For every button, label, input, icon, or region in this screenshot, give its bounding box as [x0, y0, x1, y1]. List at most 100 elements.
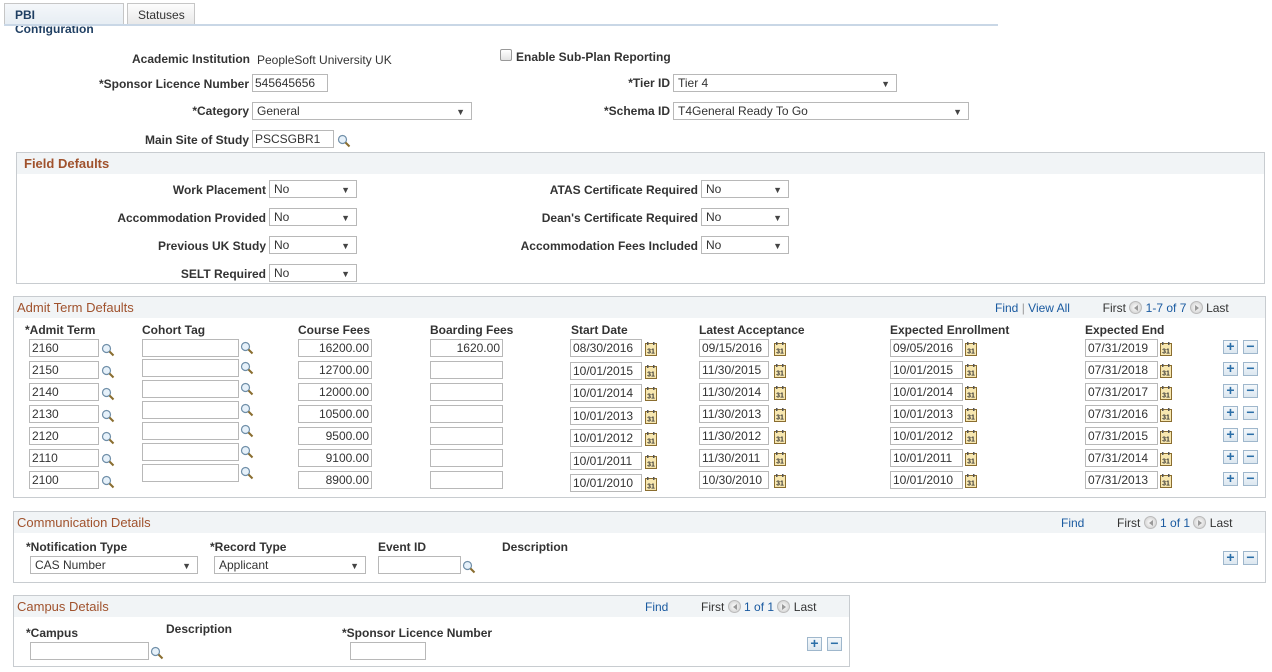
- expected-enrollment-input[interactable]: 10/01/2011: [890, 449, 963, 467]
- start-date-input[interactable]: 10/01/2013: [570, 406, 642, 425]
- calendar-icon[interactable]: 31: [1160, 342, 1172, 356]
- calendar-icon[interactable]: 31: [965, 430, 977, 444]
- calendar-icon[interactable]: 31: [965, 364, 977, 378]
- cohort-tag-input[interactable]: [142, 401, 239, 419]
- next-icon[interactable]: [777, 600, 791, 613]
- campus-sponsor-licence-input[interactable]: [350, 642, 426, 660]
- add-row-button[interactable]: +: [1223, 427, 1238, 442]
- calendar-icon[interactable]: 31: [1160, 408, 1172, 422]
- schema-id-select[interactable]: T4General Ready To Go ▼: [673, 102, 969, 120]
- cohort-tag-input[interactable]: [142, 380, 239, 398]
- delete-row-button[interactable]: −: [1243, 405, 1258, 420]
- expected-enrollment-input[interactable]: 10/01/2013: [890, 405, 963, 423]
- lookup-icon[interactable]: [240, 361, 254, 375]
- start-date-input[interactable]: 10/01/2014: [570, 384, 642, 402]
- lookup-icon[interactable]: [101, 365, 115, 379]
- add-row-button[interactable]: +: [1223, 550, 1238, 565]
- cohort-tag-input[interactable]: [142, 422, 239, 440]
- lookup-icon[interactable]: [240, 382, 254, 396]
- find-link[interactable]: Find: [995, 301, 1018, 315]
- lookup-icon[interactable]: [101, 431, 115, 445]
- expected-end-input[interactable]: 07/31/2019: [1085, 339, 1158, 357]
- expected-enrollment-input[interactable]: 09/05/2016: [890, 339, 963, 357]
- boarding-fees-input[interactable]: [430, 449, 503, 467]
- field-default-select[interactable]: No ▼: [701, 208, 789, 226]
- calendar-icon[interactable]: 31: [965, 386, 977, 400]
- field-default-select[interactable]: No ▼: [269, 180, 357, 198]
- admit-term-input[interactable]: 2140: [29, 383, 99, 401]
- boarding-fees-input[interactable]: [430, 471, 503, 489]
- latest-acceptance-input[interactable]: 11/30/2012: [699, 427, 769, 445]
- latest-acceptance-input[interactable]: 09/15/2016: [699, 339, 769, 357]
- expected-enrollment-input[interactable]: 10/01/2012: [890, 427, 963, 445]
- calendar-icon[interactable]: 31: [965, 342, 977, 356]
- tab-pbi-configuration[interactable]: PBI Configuration: [4, 3, 124, 36]
- delete-row-button[interactable]: −: [1243, 427, 1258, 442]
- calendar-icon[interactable]: 31: [645, 454, 657, 469]
- main-site-input[interactable]: PSCSGBR1: [252, 130, 334, 148]
- field-default-select[interactable]: No ▼: [269, 208, 357, 226]
- campus-input[interactable]: [30, 642, 149, 660]
- add-row-button[interactable]: +: [807, 636, 822, 651]
- admit-term-input[interactable]: 2120: [29, 427, 99, 445]
- lookup-icon[interactable]: [101, 343, 115, 357]
- add-row-button[interactable]: +: [1223, 339, 1238, 354]
- expected-enrollment-input[interactable]: 10/01/2015: [890, 361, 963, 379]
- field-default-select[interactable]: No ▼: [701, 180, 789, 198]
- lookup-icon[interactable]: [101, 453, 115, 467]
- delete-row-button[interactable]: −: [1243, 339, 1258, 354]
- delete-row-button[interactable]: −: [1243, 449, 1258, 464]
- start-date-input[interactable]: 10/01/2010: [570, 474, 642, 492]
- add-row-button[interactable]: +: [1223, 471, 1238, 486]
- expected-end-input[interactable]: 07/31/2015: [1085, 427, 1158, 445]
- admit-term-input[interactable]: 2160: [29, 339, 99, 357]
- field-default-select[interactable]: No ▼: [701, 236, 789, 254]
- course-fees-input[interactable]: 16200.00: [298, 339, 372, 357]
- lookup-icon[interactable]: [337, 134, 351, 148]
- latest-acceptance-input[interactable]: 11/30/2013: [699, 405, 769, 423]
- calendar-icon[interactable]: 31: [774, 364, 786, 378]
- calendar-icon[interactable]: 31: [1160, 364, 1172, 378]
- boarding-fees-input[interactable]: [430, 427, 503, 445]
- delete-row-button[interactable]: −: [1243, 550, 1258, 565]
- calendar-icon[interactable]: 31: [774, 408, 786, 422]
- lookup-icon[interactable]: [101, 409, 115, 423]
- lookup-icon[interactable]: [240, 424, 254, 438]
- admit-term-input[interactable]: 2100: [29, 471, 99, 489]
- lookup-icon[interactable]: [240, 445, 254, 459]
- expected-enrollment-input[interactable]: 10/01/2014: [890, 383, 963, 401]
- lookup-icon[interactable]: [150, 646, 164, 660]
- course-fees-input[interactable]: 10500.00: [298, 405, 372, 423]
- calendar-icon[interactable]: 31: [645, 409, 657, 424]
- calendar-icon[interactable]: 31: [965, 408, 977, 422]
- lookup-icon[interactable]: [462, 560, 476, 574]
- delete-row-button[interactable]: −: [1243, 383, 1258, 398]
- calendar-icon[interactable]: 31: [774, 474, 786, 488]
- expected-end-input[interactable]: 07/31/2013: [1085, 471, 1158, 489]
- sponsor-licence-input[interactable]: 545645656: [252, 74, 328, 92]
- event-id-input[interactable]: [378, 556, 461, 574]
- latest-acceptance-input[interactable]: 11/30/2011: [699, 449, 769, 467]
- next-icon[interactable]: [1189, 301, 1203, 314]
- expected-end-input[interactable]: 07/31/2014: [1085, 449, 1158, 467]
- field-default-select[interactable]: No ▼: [269, 236, 357, 254]
- calendar-icon[interactable]: 31: [645, 342, 657, 356]
- calendar-icon[interactable]: 31: [645, 387, 657, 401]
- calendar-icon[interactable]: 31: [1160, 474, 1172, 488]
- calendar-icon[interactable]: 31: [1160, 430, 1172, 444]
- start-date-input[interactable]: 08/30/2016: [570, 339, 642, 357]
- enable-subplan-checkbox[interactable]: [500, 49, 512, 61]
- add-row-button[interactable]: +: [1223, 449, 1238, 464]
- admit-term-input[interactable]: 2110: [29, 449, 99, 467]
- expected-end-input[interactable]: 07/31/2016: [1085, 405, 1158, 423]
- find-link[interactable]: Find: [1061, 516, 1084, 530]
- expected-end-input[interactable]: 07/31/2017: [1085, 383, 1158, 401]
- course-fees-input[interactable]: 9500.00: [298, 427, 372, 445]
- course-fees-input[interactable]: 12000.00: [298, 383, 372, 401]
- find-link[interactable]: Find: [645, 600, 668, 614]
- calendar-icon[interactable]: 31: [774, 430, 786, 444]
- lookup-icon[interactable]: [240, 341, 254, 355]
- boarding-fees-input[interactable]: 1620.00: [430, 339, 503, 357]
- lookup-icon[interactable]: [101, 475, 115, 489]
- previous-icon[interactable]: [1129, 301, 1143, 314]
